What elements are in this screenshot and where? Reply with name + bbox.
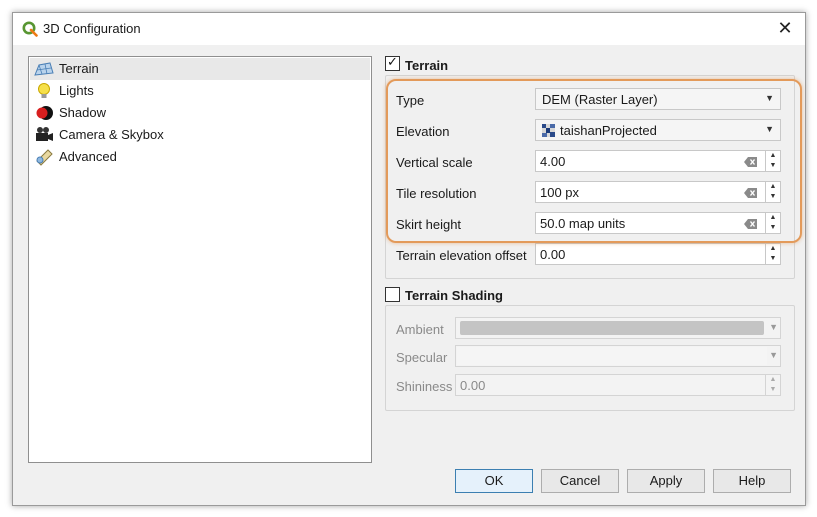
- chevron-down-icon: ▼: [769, 350, 778, 360]
- specular-color-button[interactable]: ▼: [455, 345, 781, 367]
- sidebar-item-label: Terrain: [59, 61, 99, 76]
- camera-icon: [36, 127, 53, 141]
- sidebar-item-camera-skybox[interactable]: Camera & Skybox: [30, 124, 370, 146]
- spin-down-icon[interactable]: ▼: [766, 254, 780, 264]
- elevation-offset-label: Terrain elevation offset: [396, 248, 527, 263]
- shininess-spinbox[interactable]: 0.00 ▲ ▼: [455, 374, 781, 396]
- window-title: 3D Configuration: [43, 21, 141, 36]
- specular-color-swatch: [457, 347, 767, 365]
- sidebar-item-label: Camera & Skybox: [59, 127, 164, 142]
- qgis-logo-icon: [22, 21, 38, 37]
- chevron-down-icon: ▼: [769, 322, 778, 332]
- specular-label: Specular: [396, 350, 448, 365]
- sidebar-item-shadow[interactable]: Shadow: [30, 102, 370, 124]
- apply-button[interactable]: Apply: [627, 469, 705, 493]
- sidebar-list: Terrain Lights Shadow Camera & Skybox Ad…: [28, 56, 372, 463]
- 3d-configuration-dialog: 3D Configuration ✕ Terrain Lights Shadow: [12, 12, 806, 506]
- title-bar: 3D Configuration ✕: [13, 13, 805, 45]
- spin-up-icon[interactable]: ▲: [766, 244, 780, 254]
- terrain-checkbox[interactable]: ✓: [385, 54, 400, 71]
- help-button[interactable]: Help: [713, 469, 791, 493]
- shininess-value: 0.00: [460, 378, 486, 393]
- spin-down-icon[interactable]: ▼: [766, 385, 780, 395]
- sidebar-item-advanced[interactable]: Advanced: [30, 146, 370, 168]
- ambient-color-swatch: [460, 321, 764, 335]
- terrain-icon: [34, 62, 54, 76]
- terrain-shading-group-title: Terrain Shading: [405, 288, 503, 303]
- elevation-offset-spinbox[interactable]: 0.00 ▲ ▼: [535, 243, 781, 265]
- spin-up-icon[interactable]: ▲: [766, 375, 780, 385]
- highlight-annotation: [386, 79, 802, 243]
- terrain-group-title: Terrain: [405, 58, 449, 73]
- ambient-color-button[interactable]: ▼: [455, 317, 781, 339]
- advanced-icon: [36, 149, 53, 166]
- sidebar-item-lights[interactable]: Lights: [30, 80, 370, 102]
- sidebar-item-label: Lights: [59, 83, 94, 98]
- checkmark-icon: ✓: [387, 54, 398, 69]
- shadow-icon: [36, 106, 53, 120]
- sidebar-item-label: Advanced: [59, 149, 117, 164]
- close-button[interactable]: ✕: [765, 13, 805, 45]
- sidebar-item-label: Shadow: [59, 105, 106, 120]
- terrain-shading-checkbox[interactable]: [385, 287, 400, 302]
- ok-button[interactable]: OK: [455, 469, 533, 493]
- spin-buttons: ▲ ▼: [765, 375, 780, 395]
- ambient-label: Ambient: [396, 322, 444, 337]
- lightbulb-icon: [38, 83, 50, 98]
- shininess-label: Shininess: [396, 379, 453, 394]
- spin-buttons: ▲ ▼: [765, 244, 780, 264]
- elevation-offset-value: 0.00: [540, 247, 566, 262]
- cancel-button[interactable]: Cancel: [541, 469, 619, 493]
- sidebar-item-terrain[interactable]: Terrain: [30, 58, 370, 80]
